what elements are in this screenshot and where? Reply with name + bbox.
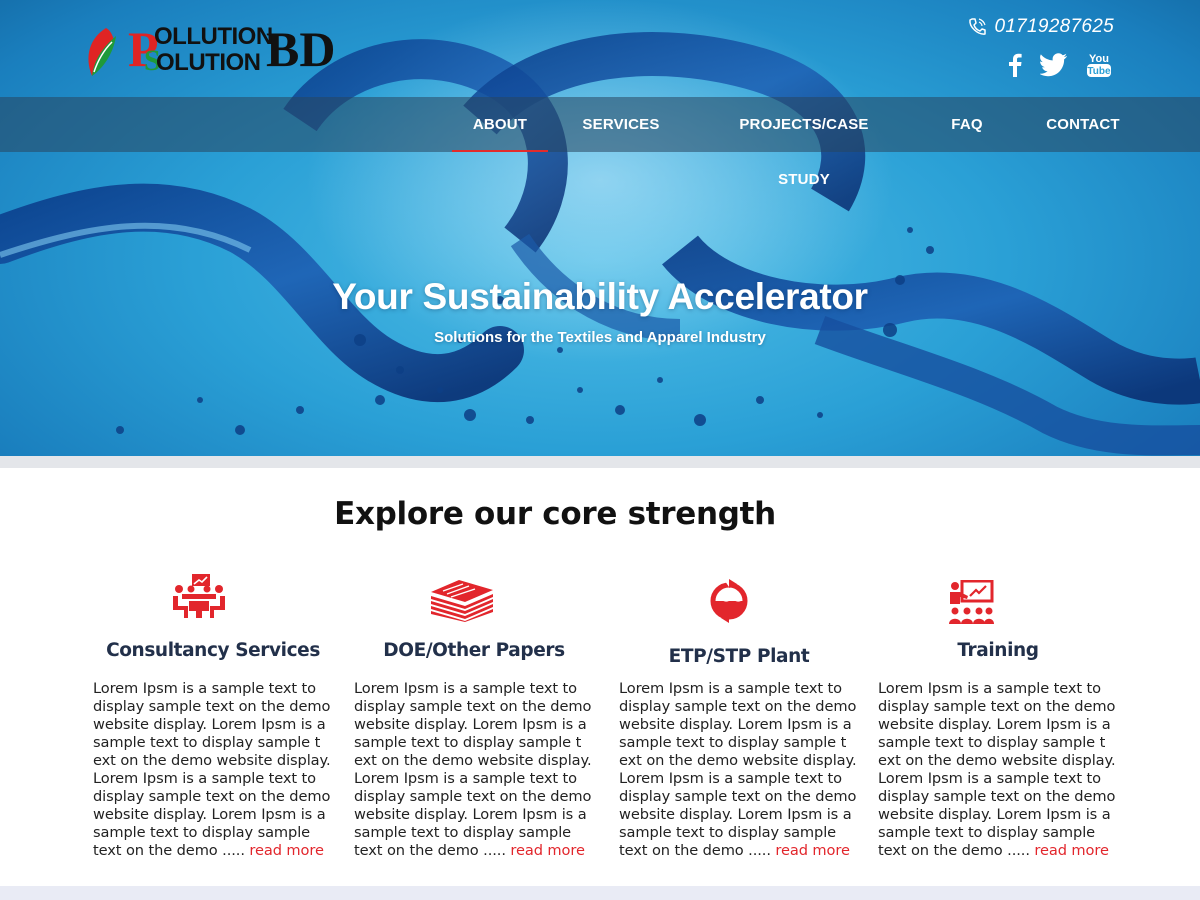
youtube-word-you: You <box>1089 53 1109 65</box>
phone-number: 01719287625 <box>994 16 1114 37</box>
nav-item-services[interactable]: SERVICES <box>575 97 667 152</box>
nav-item-about[interactable]: ABOUT <box>452 97 548 152</box>
youtube-icon[interactable]: You Tube <box>1086 52 1112 78</box>
logo-word-pollution: OLLUTION <box>154 23 273 50</box>
card-title: Consultancy Services <box>106 640 320 661</box>
card-title: DOE/Other Papers <box>383 640 565 661</box>
header-phone[interactable]: 01719287625 <box>968 16 1114 38</box>
read-more-link[interactable]: read more <box>249 842 324 859</box>
facebook-icon[interactable] <box>1008 53 1022 77</box>
card-body-text: Lorem Ipsm is a sample text to display s… <box>354 680 592 859</box>
papers-stack-icon <box>431 580 493 622</box>
hero-banner: P OLLUTION S OLUTION BD 01719287625 You … <box>0 0 1200 456</box>
twitter-icon[interactable] <box>1040 53 1068 77</box>
card-text: Lorem Ipsm is a sample text to display s… <box>354 680 594 860</box>
hero-subtitle: Solutions for the Textiles and Apparel I… <box>434 329 766 346</box>
hero-title: Your Sustainability Accelerator <box>332 276 868 317</box>
card-text: Lorem Ipsm is a sample text to display s… <box>878 680 1118 860</box>
nav-item-projects[interactable]: PROJECTS/CASE STUDY <box>718 97 890 188</box>
section-title: Explore our core strength <box>334 496 776 532</box>
brand-logo[interactable]: P OLLUTION S OLUTION BD <box>84 22 335 82</box>
card-title: ETP/STP Plant <box>668 646 810 667</box>
card-text: Lorem Ipsm is a sample text to display s… <box>619 680 859 860</box>
logo-word-solution: OLUTION <box>156 49 261 76</box>
hero-divider <box>0 456 1200 468</box>
card-body-text: Lorem Ipsm is a sample text to display s… <box>619 680 857 859</box>
read-more-link[interactable]: read more <box>510 842 585 859</box>
youtube-word-tube: Tube <box>1087 66 1111 77</box>
nav-item-faq[interactable]: FAQ <box>944 97 990 152</box>
logo-bd: BD <box>266 21 336 77</box>
card-title: Training <box>957 640 1039 661</box>
card-body-text: Lorem Ipsm is a sample text to display s… <box>878 680 1116 859</box>
main-nav: ABOUT SERVICES PROJECTS/CASE STUDY FAQ C… <box>0 97 1200 188</box>
training-class-icon <box>949 580 994 624</box>
read-more-link[interactable]: read more <box>1034 842 1109 859</box>
water-cycle-icon <box>710 579 748 623</box>
consultancy-meeting-icon <box>173 574 225 618</box>
card-body-text: Lorem Ipsm is a sample text to display s… <box>93 680 331 859</box>
nav-item-contact[interactable]: CONTACT <box>1044 97 1122 152</box>
social-links: You Tube <box>1008 52 1112 78</box>
phone-icon <box>969 18 987 35</box>
card-text: Lorem Ipsm is a sample text to display s… <box>93 680 333 860</box>
leaf-logo-icon <box>88 28 116 76</box>
footer-strip <box>0 886 1200 900</box>
read-more-link[interactable]: read more <box>775 842 850 859</box>
